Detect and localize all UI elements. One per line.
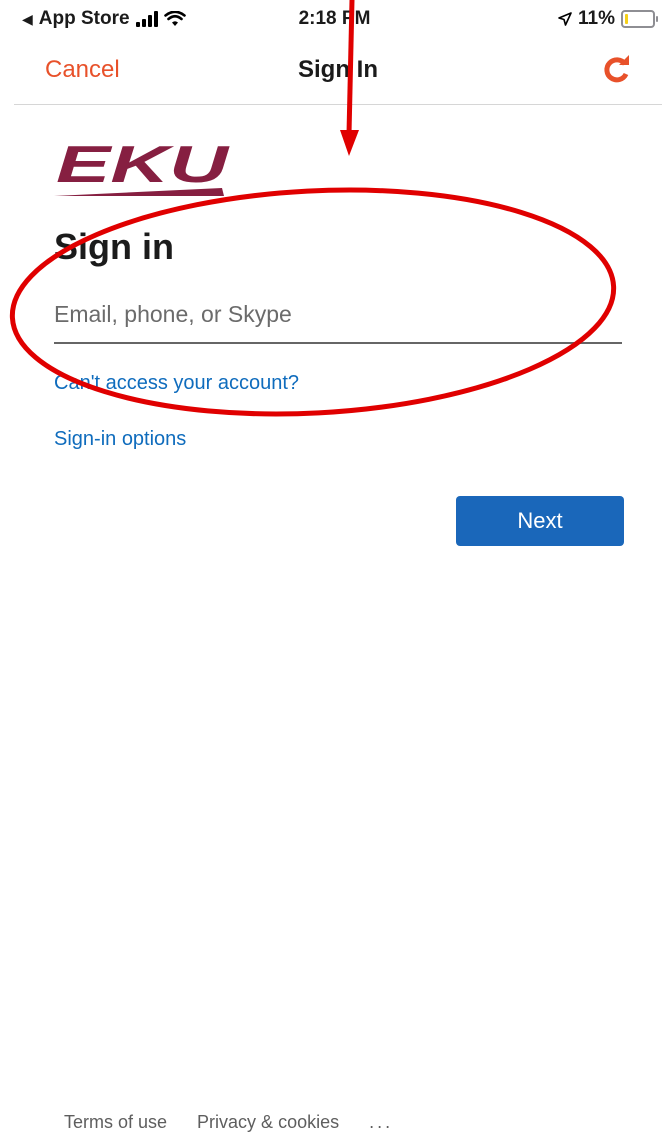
location-arrow-icon [558, 12, 572, 26]
eku-logo: EKU [54, 138, 230, 196]
email-field-container [54, 290, 622, 344]
logo-text: EKU [56, 138, 230, 194]
privacy-cookies-link[interactable]: Privacy & cookies [197, 1112, 339, 1133]
email-field[interactable] [54, 290, 622, 338]
status-bar: ◀ App Store 2:18 PM 11% [0, 0, 669, 36]
next-button[interactable]: Next [456, 496, 624, 546]
refresh-icon[interactable] [598, 52, 634, 88]
footer: Terms of use Privacy & cookies ... [64, 1112, 393, 1133]
battery-icon [621, 10, 658, 28]
status-right: 11% [558, 8, 658, 30]
battery-level-fill [625, 14, 628, 24]
sign-in-heading: Sign in [54, 226, 174, 267]
terms-of-use-link[interactable]: Terms of use [64, 1112, 167, 1133]
battery-percent: 11% [578, 8, 615, 29]
navigation-bar: Cancel Sign In [14, 38, 662, 105]
cant-access-account-link[interactable]: Can't access your account? [54, 372, 299, 395]
more-options-button[interactable]: ... [369, 1112, 393, 1133]
page-title: Sign In [298, 56, 378, 83]
sign-in-options-link[interactable]: Sign-in options [54, 428, 186, 451]
annotation-arrowhead [340, 130, 359, 156]
